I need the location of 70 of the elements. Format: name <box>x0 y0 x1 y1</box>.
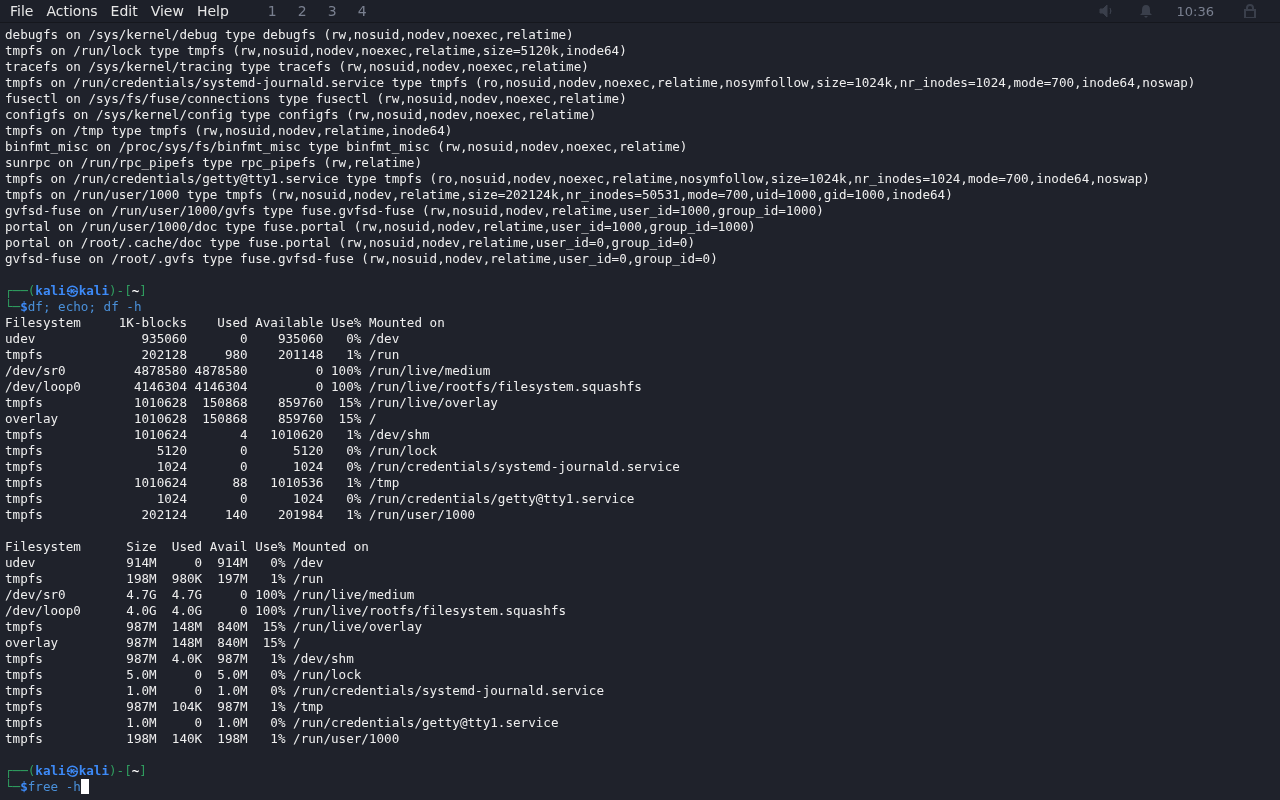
menu-item[interactable]: Help <box>196 3 229 19</box>
menu-item[interactable]: Edit <box>110 3 138 19</box>
prompt-symbol: $ <box>20 779 28 795</box>
clock-text: 10:36 <box>1176 3 1214 19</box>
output-line: Filesystem 1K-blocks Used Available Use% Mounted on <box>5 315 446 331</box>
output-line: /dev/loop0 4146304 4146304 0 100% /run/live/rootfs/filesystem.squashfs <box>5 379 643 395</box>
output-line: portal on /root/.cache/doc type fuse.portal (rw,nosuid,nodev,relatime,user_id=0,group_id=0) <box>5 235 696 251</box>
prompt-bracket: ┌──( <box>5 763 36 779</box>
output-line: tmpfs 5120 0 5120 0% /run/lock <box>5 443 439 459</box>
command-text: free -h <box>27 779 81 795</box>
output-line: overlay 1010628 150868 859760 15% / <box>5 411 378 427</box>
prompt-bracket: ] <box>139 763 147 779</box>
workspace-number: 1 <box>267 3 277 19</box>
output-line: tmpfs 987M 148M 840M 15% /run/live/overlay <box>5 619 423 635</box>
output-line: tmpfs 1010624 4 1010620 1% /dev/shm <box>5 427 431 443</box>
output-line: sunrpc on /run/rpc_pipefs type rpc_pipefs (rw,relatime) <box>5 155 423 171</box>
bell-icon <box>1138 4 1153 18</box>
menu-item[interactable]: Actions <box>46 3 98 19</box>
prompt-bracket: ┌──( <box>5 283 36 299</box>
prompt-bracket: )-[ <box>109 283 132 299</box>
output-line: gvfsd-fuse on /run/user/1000/gvfs type fuse.gvfsd-fuse (rw,nosuid,nodev,relatime,user_id=1000,group_id=1000) <box>5 203 825 219</box>
output-line: tmpfs on /run/user/1000 type tmpfs (rw,nosuid,nodev,relatime,size=202124k,nr_inodes=50531,mode=700,uid=1000,gid=1000,inode64) <box>5 187 954 203</box>
output-line: tmpfs 202124 140 201984 1% /run/user/1000 <box>5 507 477 523</box>
lock-icon <box>1244 4 1256 18</box>
output-line: tmpfs on /tmp type tmpfs (rw,nosuid,nodev,relatime,inode64) <box>5 123 454 139</box>
output-line: tmpfs 987M 4.0K 987M 1% /dev/shm <box>5 651 355 667</box>
output-line: udev 914M 0 914M 0% /dev <box>5 555 325 571</box>
output-line: tmpfs 198M 140K 198M 1% /run/user/1000 <box>5 731 401 747</box>
output-line: configfs on /sys/kernel/config type configfs (rw,nosuid,nodev,noexec,relatime) <box>5 107 598 123</box>
output-line: tmpfs 1024 0 1024 0% /run/credentials/systemd-journald.service <box>5 459 681 475</box>
command-text: df; echo; df -h <box>27 299 142 315</box>
prompt-directory: ~ <box>131 283 140 299</box>
prompt-bracket: ] <box>139 283 147 299</box>
output-line: /dev/sr0 4.7G 4.7G 0 100% /run/live/medium <box>5 587 416 603</box>
output-line: tmpfs 1.0M 0 1.0M 0% /run/credentials/systemd-journald.service <box>5 683 605 699</box>
output-line: tmpfs 1010624 88 1010536 1% /tmp <box>5 475 401 491</box>
output-line: overlay 987M 148M 840M 15% / <box>5 635 302 651</box>
output-line: debugfs on /sys/kernel/debug type debugfs (rw,nosuid,nodev,noexec,relatime) <box>5 27 575 43</box>
output-line: portal on /run/user/1000/doc type fuse.portal (rw,nosuid,nodev,relatime,user_id=1000,group_id=1000) <box>5 219 757 235</box>
workspace-number: 4 <box>357 3 367 19</box>
prompt-bracket: )-[ <box>109 763 132 779</box>
output-line: tmpfs on /run/credentials/systemd-journald.service type tmpfs (ro,nosuid,nodev,noexec,relatime,nosymfollow,size=1024k,nr_inodes=1024,mode=700,inode64,noswap) <box>5 75 1197 91</box>
output-line: tmpfs 1010628 150868 859760 15% /run/live/overlay <box>5 395 499 411</box>
prompt-corner: └─ <box>5 299 21 315</box>
prompt-user: kali㉿kali <box>35 763 109 779</box>
output-line: Filesystem Size Used Avail Use% Mounted on <box>5 539 370 555</box>
output-line: tmpfs 1024 0 1024 0% /run/credentials/getty@tty1.service <box>5 491 636 507</box>
prompt-user: kali㉿kali <box>35 283 109 299</box>
output-line: fusectl on /sys/fs/fuse/connections type fusectl (rw,nosuid,nodev,noexec,relatime) <box>5 91 628 107</box>
output-line: /dev/sr0 4878580 4878580 0 100% /run/live/medium <box>5 363 492 379</box>
menu-item[interactable]: File <box>10 3 34 19</box>
output-line: tmpfs 987M 104K 987M 1% /tmp <box>5 699 325 715</box>
output-line: binfmt_misc on /proc/sys/fs/binfmt_misc type binfmt_misc (rw,nosuid,nodev,noexec,relatime) <box>5 139 689 155</box>
prompt-directory: ~ <box>131 763 140 779</box>
output-line: udev 935060 0 935060 0% /dev <box>5 331 401 347</box>
menu-item[interactable]: View <box>150 3 184 19</box>
output-line: tmpfs 5.0M 0 5.0M 0% /run/lock <box>5 667 363 683</box>
output-line: tracefs on /sys/kernel/tracing type tracefs (rw,nosuid,nodev,noexec,relatime) <box>5 59 590 75</box>
output-line: tmpfs 202128 980 201148 1% /run <box>5 347 401 363</box>
speaker-icon <box>1098 4 1115 18</box>
workspace-number: 3 <box>327 3 337 19</box>
output-line: tmpfs 198M 980K 197M 1% /run <box>5 571 325 587</box>
output-line: tmpfs on /run/credentials/getty@tty1.service type tmpfs (ro,nosuid,nodev,noexec,relatime,nosymfollow,size=1024k,nr_inodes=1024,mode=700,inode64,noswap) <box>5 171 1151 187</box>
prompt-symbol: $ <box>20 299 28 315</box>
output-line: /dev/loop0 4.0G 4.0G 0 100% /run/live/rootfs/filesystem.squashfs <box>5 603 568 619</box>
output-line: tmpfs on /run/lock type tmpfs (rw,nosuid,nodev,noexec,relatime,size=5120k,inode64) <box>5 43 628 59</box>
prompt-corner: └─ <box>5 779 21 795</box>
output-line: tmpfs 1.0M 0 1.0M 0% /run/credentials/getty@tty1.service <box>5 715 560 731</box>
workspace-number: 2 <box>297 3 307 19</box>
output-line: gvfsd-fuse on /root/.gvfs type fuse.gvfsd-fuse (rw,nosuid,nodev,relatime,user_id=0,group_id=0) <box>5 251 719 267</box>
